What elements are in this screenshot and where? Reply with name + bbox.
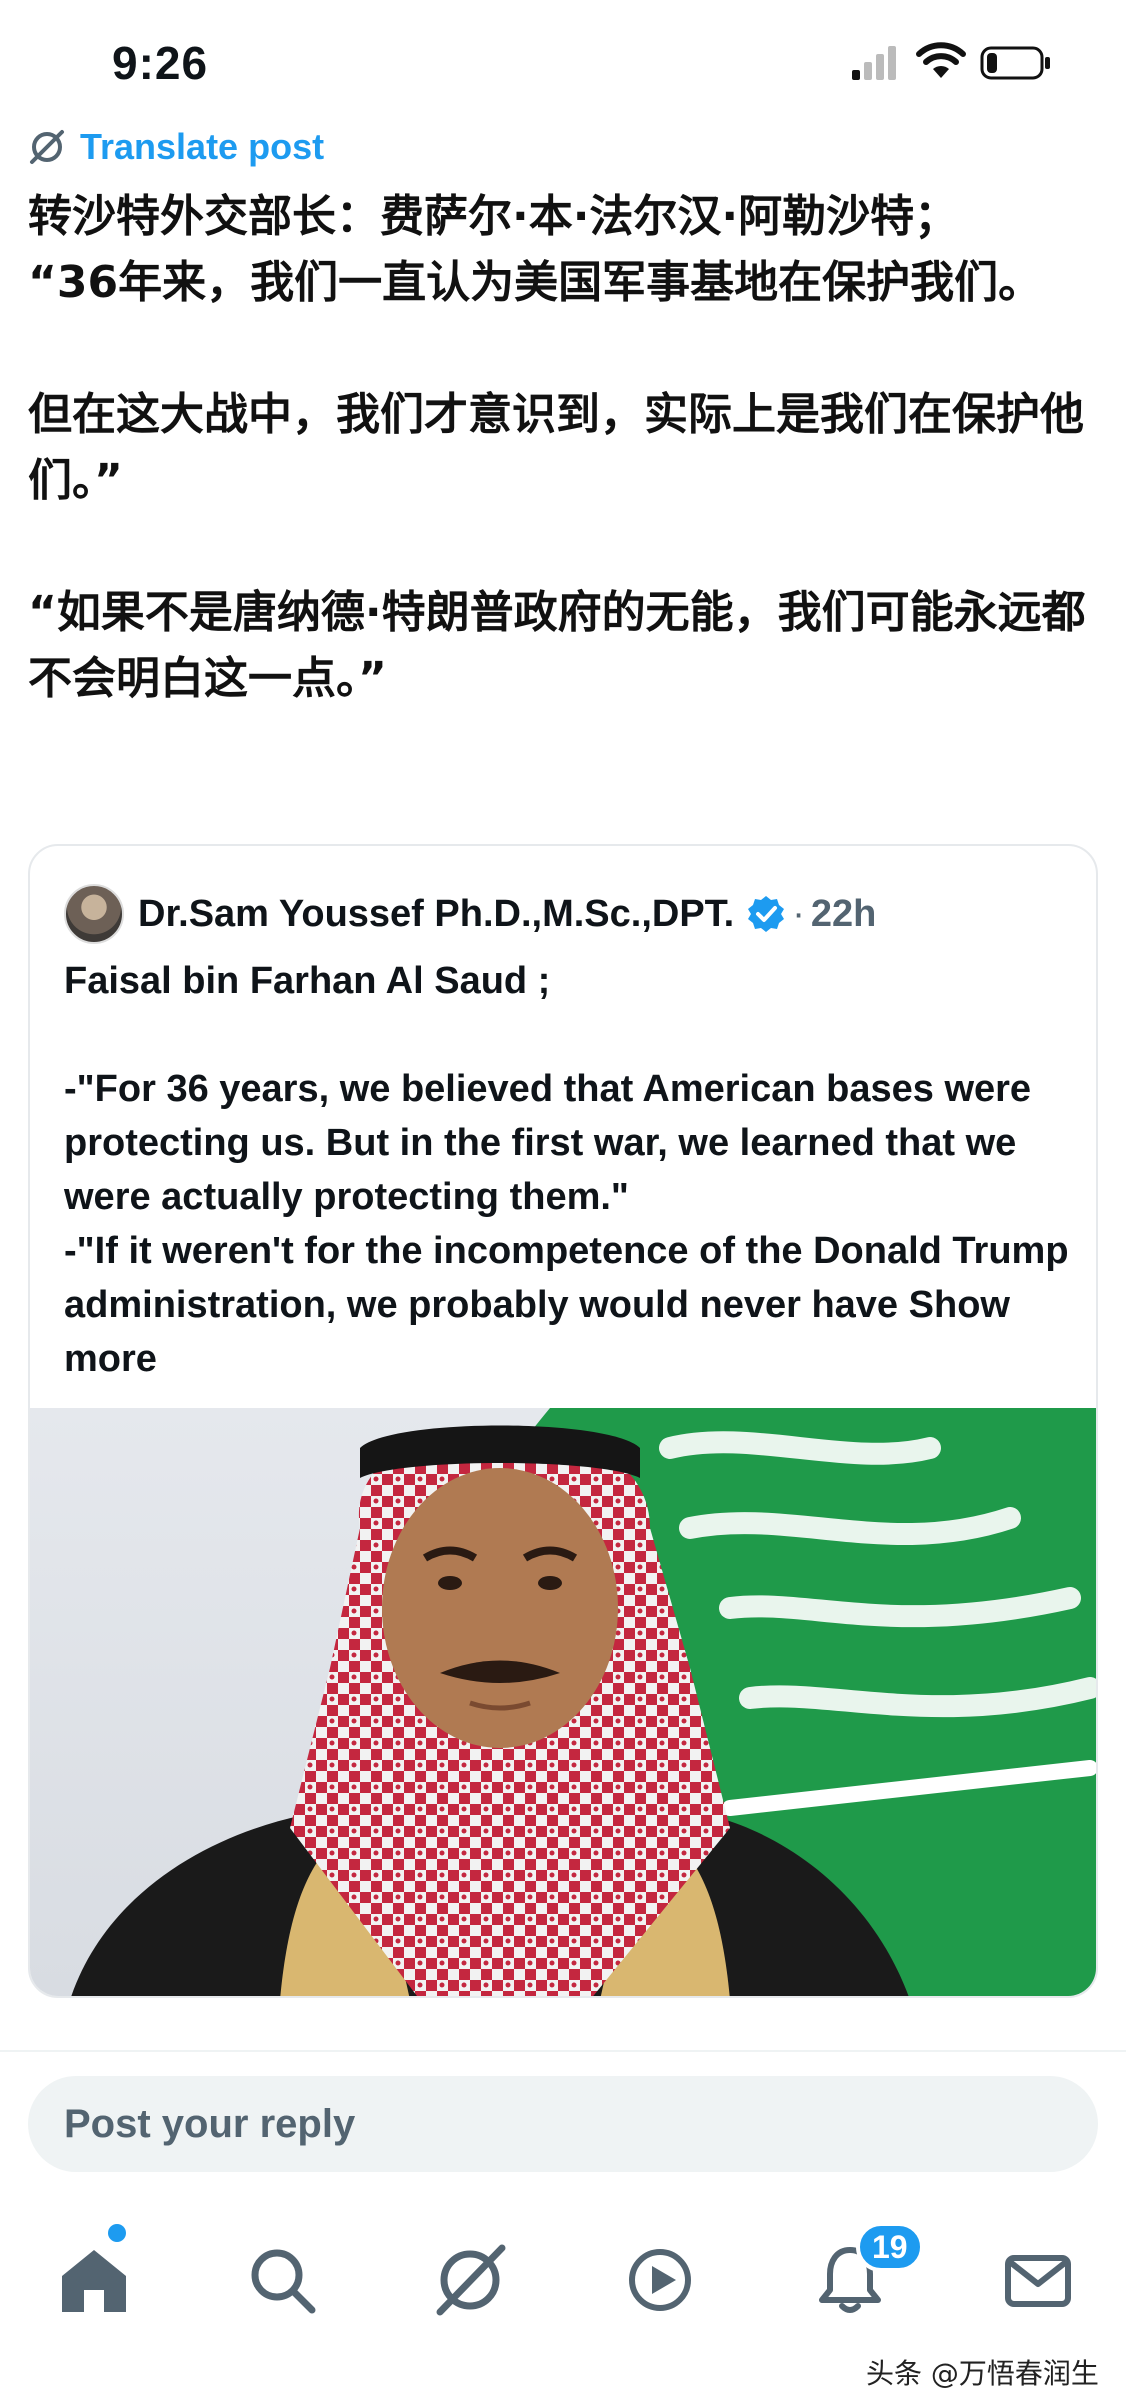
translate-post-link[interactable]: Translate post [28,124,324,170]
grok-icon [436,2244,506,2316]
separator-dot: · [792,892,805,935]
nav-video[interactable] [620,2240,700,2320]
quoted-post-text: Faisal bin Farhan Al Saud ; -"For 36 yea… [64,954,1074,1386]
home-unread-dot [108,2224,126,2242]
battery-icon [980,46,1050,80]
nav-grok[interactable] [430,2240,510,2320]
quoted-title: Faisal bin Farhan Al Saud ; [64,960,551,1002]
cellular-signal-icon [852,46,896,80]
post-timestamp[interactable]: 22h [811,893,876,936]
avatar[interactable] [64,884,124,944]
quoted-post-header: Dr.Sam Youssef Ph.D.,M.Sc.,DPT. · 22h [64,882,876,946]
author-name[interactable]: Dr.Sam Youssef Ph.D.,M.Sc.,DPT. [138,893,734,936]
grok-icon [30,130,64,164]
bottom-nav [0,2220,1126,2340]
notification-badge: 19 [856,2222,924,2272]
translate-post-label: Translate post [80,126,325,167]
nav-search[interactable] [242,2240,322,2320]
status-time: 9:26 [112,37,209,89]
quoted-post-card[interactable]: Dr.Sam Youssef Ph.D.,M.Sc.,DPT. · 22h Fa… [28,844,1098,1998]
post-line: “如果不是唐纳德·特朗普政府的无能，我们可能永远都不会明白这一点。” [28,587,1086,704]
nav-messages[interactable] [998,2240,1078,2320]
post-line: “36年来，我们一直认为美国军事基地在保护我们。 [28,257,1043,308]
post-text: 转沙特外交部长：费萨尔·本·法尔汉·阿勒沙特； “36年来，我们一直认为美国军事… [28,184,1098,712]
post-line: 转沙特外交部长：费萨尔·本·法尔汉·阿勒沙特； [28,191,959,242]
quoted-paragraph: -"For 36 years, we believed that America… [64,1068,1032,1218]
nav-home[interactable] [54,2240,134,2320]
quoted-paragraph: -"If it weren't for the incompetence of … [64,1230,1069,1380]
verified-badge-icon [748,896,785,932]
watermark: 头条 @万悟春润生 [866,2357,1099,2390]
reply-input[interactable]: Post your reply [28,2076,1098,2172]
status-bar: 9:26 [0,0,1126,120]
wifi-icon [916,42,966,78]
messages-icon [1005,2255,1071,2307]
home-icon [62,2250,126,2312]
reply-placeholder: Post your reply [64,2101,356,2146]
post-photo[interactable] [30,1408,1098,1998]
search-icon [251,2249,316,2314]
divider [0,2050,1126,2052]
screen: 9:26 Translate post 转沙特外交部长：费萨尔·本·法尔汉·阿勒… [0,0,1126,2396]
post-line: 但在这大战中，我们才意识到，实际上是我们在保护他们。” [28,389,1084,506]
video-icon [629,2249,691,2311]
